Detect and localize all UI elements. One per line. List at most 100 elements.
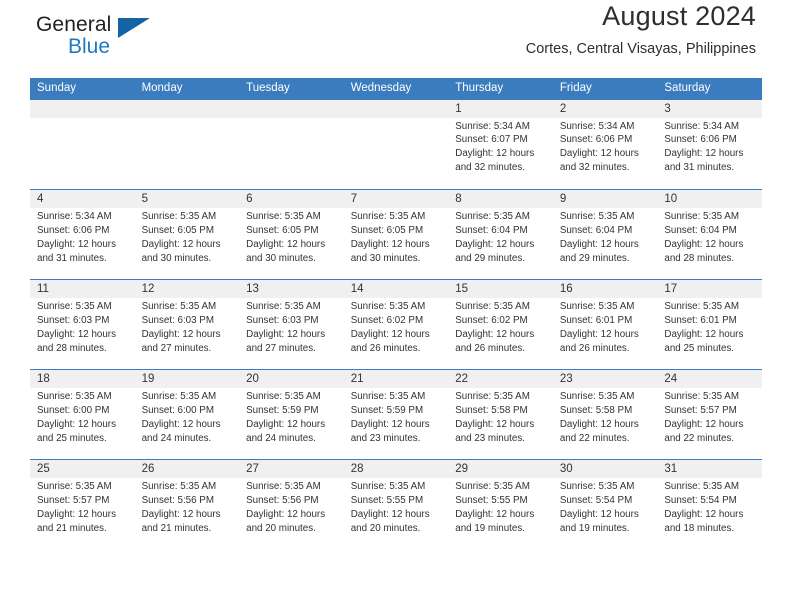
day-details: Sunrise: 5:35 AM Sunset: 6:05 PM Daylight:… bbox=[344, 208, 449, 266]
calendar-day-cell[interactable]: 25 Sunrise: 5:35 AM Sunset: 5:57 PM Dayligh… bbox=[30, 459, 135, 550]
calendar-day-cell[interactable]: 9 Sunrise: 5:35 AM Sunset: 6:04 PM Daylight… bbox=[552, 189, 658, 280]
calendar-day-cell[interactable]: 2 Sunrise: 5:34 AM Sunset: 6:06 PM Daylight… bbox=[552, 99, 658, 190]
calendar-cell-empty bbox=[239, 99, 344, 190]
calendar-day-cell[interactable]: 11 Sunrise: 5:35 AM Sunset: 6:03 PM Dayligh… bbox=[30, 279, 135, 370]
day-detail-daylight1: Daylight: 12 hours bbox=[455, 238, 535, 250]
day-detail-daylight1: Daylight: 12 hours bbox=[350, 508, 430, 520]
calendar-day-cell[interactable]: 31 Sunrise: 5:35 AM Sunset: 5:54 PM Dayligh… bbox=[657, 459, 762, 550]
day-detail-daylight2: and 18 minutes. bbox=[664, 522, 735, 534]
day-details: Sunrise: 5:35 AM Sunset: 5:55 PM Daylight:… bbox=[448, 478, 553, 536]
calendar-day-cell[interactable]: 7 Sunrise: 5:35 AM Sunset: 6:05 PM Daylight… bbox=[343, 189, 449, 280]
day-detail-daylight2: and 30 minutes. bbox=[141, 252, 212, 264]
day-details: Sunrise: 5:34 AM Sunset: 6:06 PM Daylight:… bbox=[30, 208, 135, 266]
general-blue-logo[interactable]: General Blue bbox=[36, 8, 216, 66]
day-detail-sunset: Sunset: 6:05 PM bbox=[350, 224, 424, 236]
calendar-day-cell[interactable]: 5 Sunrise: 5:35 AM Sunset: 6:05 PM Daylight… bbox=[134, 189, 240, 280]
calendar-day-cell[interactable]: 6 Sunrise: 5:35 AM Sunset: 6:05 PM Daylight… bbox=[239, 189, 344, 280]
calendar-day-cell[interactable]: 19 Sunrise: 5:35 AM Sunset: 6:00 PM Dayligh… bbox=[134, 369, 240, 460]
calendar-day-cell[interactable]: 28 Sunrise: 5:35 AM Sunset: 5:55 PM Dayligh… bbox=[343, 459, 449, 550]
calendar-day-cell[interactable]: 15 Sunrise: 5:35 AM Sunset: 6:02 PM Dayligh… bbox=[448, 279, 553, 370]
calendar-day-cell[interactable]: 18 Sunrise: 5:35 AM Sunset: 6:00 PM Dayligh… bbox=[30, 369, 135, 460]
day-detail-sunrise: Sunrise: 5:35 AM bbox=[664, 391, 739, 402]
day-detail-daylight1: Daylight: 12 hours bbox=[141, 328, 221, 340]
day-detail-sunset: Sunset: 6:04 PM bbox=[664, 224, 737, 236]
day-detail-daylight1: Daylight: 12 hours bbox=[141, 418, 221, 430]
calendar-page: General Blue August 2024 Cortes, Central… bbox=[0, 0, 792, 612]
calendar-day-cell[interactable]: 17 Sunrise: 5:35 AM Sunset: 6:01 PM Dayligh… bbox=[657, 279, 762, 370]
day-detail-daylight2: and 29 minutes. bbox=[559, 252, 630, 264]
day-detail-sunrise: Sunrise: 5:35 AM bbox=[455, 301, 530, 312]
day-detail-daylight2: and 29 minutes. bbox=[455, 252, 525, 264]
calendar-day-cell[interactable]: 16 Sunrise: 5:35 AM Sunset: 6:01 PM Dayligh… bbox=[552, 279, 658, 370]
day-detail-daylight1: Daylight: 12 hours bbox=[559, 418, 639, 430]
day-detail-sunset: Sunset: 6:02 PM bbox=[350, 314, 424, 326]
calendar-day-cell[interactable]: 24 Sunrise: 5:35 AM Sunset: 5:57 PM Dayligh… bbox=[657, 369, 762, 460]
day-detail-daylight1: Daylight: 12 hours bbox=[246, 328, 326, 340]
calendar-day-cell[interactable]: 26 Sunrise: 5:35 AM Sunset: 5:56 PM Dayligh… bbox=[134, 459, 240, 550]
calendar-day-cell[interactable]: 14 Sunrise: 5:35 AM Sunset: 6:02 PM Dayligh… bbox=[343, 279, 449, 370]
day-detail-sunrise: Sunrise: 5:35 AM bbox=[246, 391, 321, 402]
day-detail-daylight2: and 24 minutes. bbox=[246, 432, 316, 444]
sunrise-sunset-calendar: Sunday Monday Tuesday Wednesday Thursday… bbox=[30, 78, 762, 550]
day-detail-sunrise: Sunrise: 5:34 AM bbox=[455, 120, 530, 132]
day-detail-sunset: Sunset: 6:06 PM bbox=[664, 134, 737, 146]
day-detail-daylight2: and 23 minutes. bbox=[455, 432, 525, 444]
day-number: 25 bbox=[30, 460, 135, 478]
day-details: Sunrise: 5:35 AM Sunset: 6:03 PM Daylight:… bbox=[135, 298, 240, 356]
day-number bbox=[343, 99, 449, 118]
day-detail-daylight1: Daylight: 12 hours bbox=[350, 328, 430, 340]
day-detail-daylight2: and 32 minutes. bbox=[559, 162, 630, 174]
day-details: Sunrise: 5:35 AM Sunset: 5:57 PM Daylight:… bbox=[30, 478, 135, 536]
calendar-day-cell[interactable]: 12 Sunrise: 5:35 AM Sunset: 6:03 PM Dayligh… bbox=[134, 279, 240, 370]
day-detail-daylight1: Daylight: 12 hours bbox=[664, 148, 744, 160]
page-header: General Blue August 2024 Cortes, Central… bbox=[30, 0, 762, 74]
day-number: 13 bbox=[239, 280, 344, 298]
day-detail-sunrise: Sunrise: 5:35 AM bbox=[559, 211, 635, 222]
calendar-day-cell[interactable]: 23 Sunrise: 5:35 AM Sunset: 5:58 PM Dayligh… bbox=[552, 369, 658, 460]
calendar-day-cell[interactable]: 27 Sunrise: 5:35 AM Sunset: 5:56 PM Dayligh… bbox=[239, 459, 344, 550]
day-detail-daylight1: Daylight: 12 hours bbox=[455, 328, 535, 340]
day-detail-sunset: Sunset: 6:06 PM bbox=[37, 224, 110, 236]
calendar-day-cell[interactable]: 4 Sunrise: 5:34 AM Sunset: 6:06 PM Daylight… bbox=[30, 189, 135, 280]
day-details: Sunrise: 5:35 AM Sunset: 6:01 PM Daylight:… bbox=[657, 298, 762, 356]
day-details: Sunrise: 5:35 AM Sunset: 5:58 PM Daylight:… bbox=[448, 388, 553, 446]
calendar-day-cell[interactable]: 29 Sunrise: 5:35 AM Sunset: 5:55 PM Dayligh… bbox=[448, 459, 553, 550]
day-detail-sunrise: Sunrise: 5:35 AM bbox=[141, 481, 217, 492]
day-number: 18 bbox=[30, 370, 135, 388]
day-detail-daylight2: and 30 minutes. bbox=[350, 252, 421, 264]
day-detail-sunset: Sunset: 6:01 PM bbox=[664, 314, 737, 326]
calendar-week-row: 18 Sunrise: 5:35 AM Sunset: 6:00 PM Dayligh… bbox=[30, 369, 762, 460]
calendar-day-cell[interactable]: 21 Sunrise: 5:35 AM Sunset: 5:59 PM Dayligh… bbox=[343, 369, 449, 460]
day-detail-daylight1: Daylight: 12 hours bbox=[559, 238, 639, 250]
calendar-day-cell[interactable]: 3 Sunrise: 5:34 AM Sunset: 6:06 PM Daylight… bbox=[657, 99, 762, 190]
calendar-header-row: Sunday Monday Tuesday Wednesday Thursday… bbox=[30, 78, 762, 100]
day-detail-daylight1: Daylight: 12 hours bbox=[664, 328, 744, 340]
calendar-day-cell[interactable]: 10 Sunrise: 5:35 AM Sunset: 6:04 PM Dayligh… bbox=[657, 189, 762, 280]
day-detail-sunset: Sunset: 6:03 PM bbox=[246, 314, 319, 326]
day-number: 23 bbox=[552, 370, 658, 388]
calendar-day-cell[interactable]: 22 Sunrise: 5:35 AM Sunset: 5:58 PM Dayligh… bbox=[448, 369, 553, 460]
day-number bbox=[239, 99, 344, 118]
calendar-day-cell[interactable]: 8 Sunrise: 5:35 AM Sunset: 6:04 PM Daylight… bbox=[448, 189, 553, 280]
day-details: Sunrise: 5:34 AM Sunset: 6:06 PM Daylight:… bbox=[657, 118, 762, 176]
day-detail-sunrise: Sunrise: 5:35 AM bbox=[664, 211, 739, 222]
calendar-day-cell[interactable]: 30 Sunrise: 5:35 AM Sunset: 5:54 PM Dayligh… bbox=[552, 459, 658, 550]
day-detail-daylight2: and 22 minutes. bbox=[664, 432, 735, 444]
day-detail-daylight1: Daylight: 12 hours bbox=[141, 508, 221, 520]
day-number: 19 bbox=[134, 370, 240, 388]
day-number: 2 bbox=[552, 99, 658, 118]
day-details: Sunrise: 5:35 AM Sunset: 5:56 PM Daylight:… bbox=[239, 478, 344, 536]
day-number: 11 bbox=[30, 280, 135, 298]
day-detail-sunset: Sunset: 6:04 PM bbox=[455, 224, 528, 236]
calendar-day-cell[interactable]: 1 Sunrise: 5:34 AM Sunset: 6:07 PM Daylight… bbox=[448, 99, 553, 190]
calendar-day-cell[interactable]: 20 Sunrise: 5:35 AM Sunset: 5:59 PM Dayligh… bbox=[239, 369, 344, 460]
day-detail-daylight1: Daylight: 12 hours bbox=[246, 418, 326, 430]
day-detail-sunset: Sunset: 5:56 PM bbox=[141, 494, 214, 506]
day-detail-sunrise: Sunrise: 5:35 AM bbox=[455, 391, 530, 402]
day-detail-sunrise: Sunrise: 5:35 AM bbox=[455, 211, 530, 222]
day-number: 24 bbox=[657, 370, 762, 388]
weekday-header-thursday: Thursday bbox=[448, 78, 553, 100]
day-number: 31 bbox=[657, 460, 762, 478]
weekday-header-sunday: Sunday bbox=[30, 78, 135, 100]
calendar-day-cell[interactable]: 13 Sunrise: 5:35 AM Sunset: 6:03 PM Dayligh… bbox=[239, 279, 344, 370]
